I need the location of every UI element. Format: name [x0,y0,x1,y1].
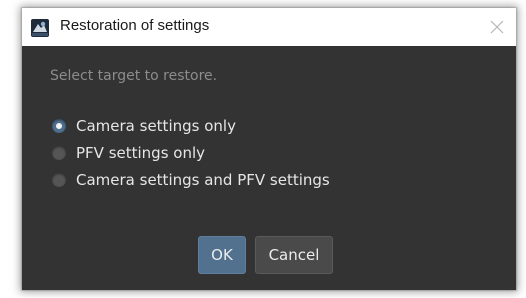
dialog-titlebar: Restoration of settings [22,8,516,46]
option-label: Camera settings only [76,117,236,135]
restoration-dialog: Restoration of settings Select target to… [22,8,516,290]
camera-app-icon [31,19,49,37]
radio-button-checked[interactable] [52,119,66,133]
cancel-button[interactable]: Cancel [255,236,333,274]
restore-prompt: Select target to restore. [50,68,218,84]
option-pfv-settings-only[interactable]: PFV settings only [52,142,205,164]
ok-button[interactable]: OK [198,236,246,274]
radio-button[interactable] [52,146,66,160]
option-camera-settings-only[interactable]: Camera settings only [52,115,236,137]
option-camera-and-pfv-settings[interactable]: Camera settings and PFV settings [52,169,330,191]
dialog-title: Restoration of settings [60,17,210,34]
close-icon[interactable] [486,16,508,38]
option-label: Camera settings and PFV settings [76,171,330,189]
option-label: PFV settings only [76,144,206,162]
radio-button[interactable] [52,173,66,187]
